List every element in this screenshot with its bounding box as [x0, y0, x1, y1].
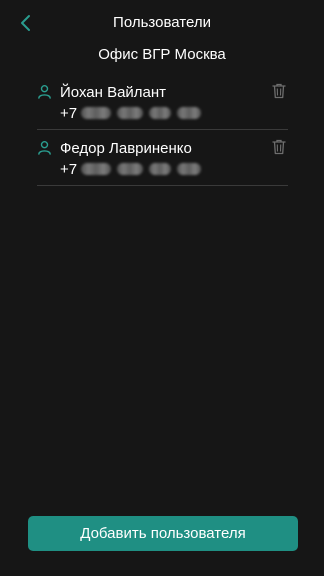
user-icon [38, 140, 51, 155]
user-phone: +7 [60, 160, 202, 178]
header: Пользователи [0, 0, 324, 44]
add-user-button[interactable]: Добавить пользователя [28, 516, 298, 551]
page-title: Пользователи [113, 14, 211, 31]
phone-redacted [81, 107, 202, 119]
user-phone: +7 [60, 104, 202, 122]
user-name: Йохан Вайлант [60, 84, 167, 101]
phone-prefix: +7 [60, 160, 78, 178]
user-name: Федор Лавриненко [60, 140, 192, 157]
phone-redacted [81, 163, 202, 175]
group-name: Офис ВГР Москва [98, 46, 226, 63]
user-row[interactable]: Йохан Вайлант +7 [37, 74, 288, 130]
user-row[interactable]: Федор Лавриненко +7 [37, 130, 288, 186]
user-list: Йохан Вайлант +7 Федор Лавриненко +7 [37, 74, 288, 186]
user-icon [38, 84, 51, 99]
trash-icon [272, 83, 286, 99]
trash-icon [272, 139, 286, 155]
delete-user-button[interactable] [270, 82, 288, 100]
delete-user-button[interactable] [270, 138, 288, 156]
phone-prefix: +7 [60, 104, 78, 122]
